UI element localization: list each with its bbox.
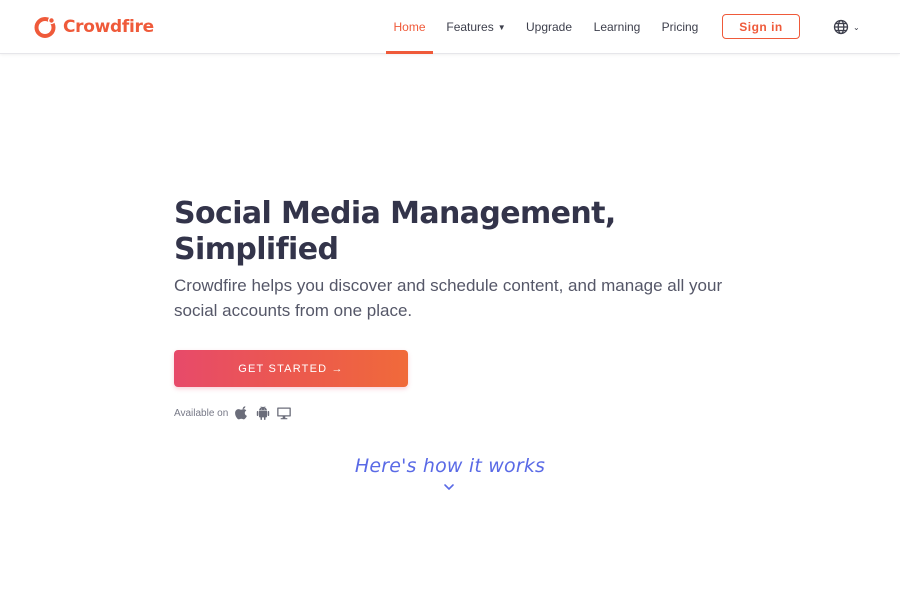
crowdfire-logo-icon — [34, 16, 56, 38]
language-selector[interactable]: ⌄ — [833, 18, 860, 36]
hero-title: Social Media Management, Simplified — [174, 196, 774, 268]
nav-upgrade[interactable]: Upgrade — [524, 0, 574, 54]
brand-name: Crowdfire — [63, 17, 154, 37]
nav-pricing-label: Pricing — [661, 20, 699, 34]
nav-upgrade-label: Upgrade — [525, 20, 573, 34]
chevron-down-icon[interactable] — [442, 482, 456, 492]
globe-icon — [833, 19, 849, 35]
crowdfire-logo[interactable]: Crowdfire — [33, 14, 154, 40]
signin-button[interactable]: Sign in — [722, 14, 800, 39]
chevron-down-icon: ⌄ — [853, 22, 860, 32]
nav-home-label: Home — [393, 20, 426, 34]
caret-down-icon: ▼ — [497, 22, 506, 32]
desktop-icon[interactable] — [277, 406, 292, 420]
nav-home[interactable]: Home — [386, 0, 433, 54]
available-label: Available on — [174, 407, 229, 419]
nav-features[interactable]: Features ▼ — [446, 0, 506, 54]
nav-pricing[interactable]: Pricing — [660, 0, 700, 54]
nav-learning[interactable]: Learning — [591, 0, 643, 54]
apple-icon[interactable] — [235, 406, 249, 420]
how-it-works-link[interactable]: Here's how it works — [300, 455, 600, 477]
get-started-button[interactable]: GET STARTED → — [174, 350, 408, 387]
nav-features-label: Features — [446, 20, 494, 34]
android-icon[interactable] — [256, 406, 270, 420]
nav-learning-label: Learning — [593, 20, 641, 34]
available-platforms: Available on — [174, 404, 298, 422]
hero-title-line1: Social Media Management, — [174, 196, 616, 231]
top-navbar: Crowdfire Home Features ▼ Upgrade Learni… — [0, 0, 900, 54]
hero-subtitle: Crowdfire helps you discover and schedul… — [174, 276, 723, 320]
hero-title-line2: Simplified — [174, 232, 339, 267]
